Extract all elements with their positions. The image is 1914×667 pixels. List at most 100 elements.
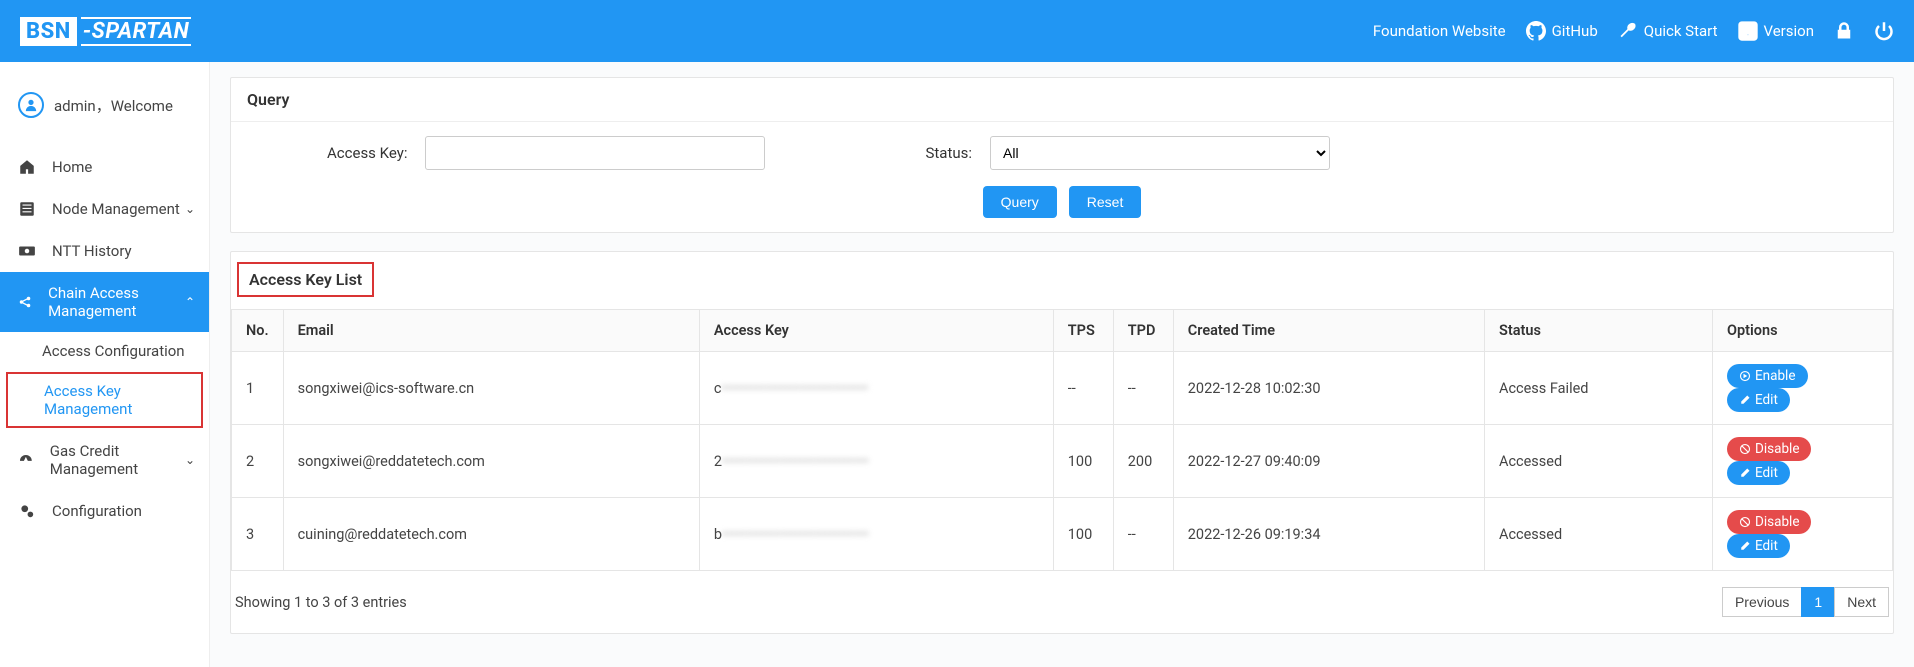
cell-access-key: b•••••••••••••••••••••••••••••• bbox=[699, 498, 1053, 571]
cell-tpd: -- bbox=[1113, 352, 1173, 425]
cell-created-time: 2022-12-26 09:19:34 bbox=[1173, 498, 1484, 571]
pager-next[interactable]: Next bbox=[1834, 587, 1889, 617]
sidebar-item-home[interactable]: Home bbox=[0, 146, 209, 188]
gauge-icon bbox=[18, 452, 34, 468]
cell-access-key: 2•••••••••••••••••••••••••••••• bbox=[699, 425, 1053, 498]
sidebar-label: Gas Credit Management bbox=[50, 442, 191, 478]
sidebar-label: Home bbox=[52, 158, 92, 176]
sidebar-item-gas-credit[interactable]: Gas Credit Management ⌄ bbox=[0, 430, 209, 490]
col-tpd: TPD bbox=[1113, 310, 1173, 352]
edit-button[interactable]: Edit bbox=[1727, 461, 1790, 485]
access-key-input[interactable] bbox=[425, 136, 765, 170]
share-icon bbox=[18, 295, 32, 309]
status-select[interactable]: All bbox=[990, 136, 1330, 170]
pill-label: Disable bbox=[1755, 514, 1799, 530]
pill-label: Edit bbox=[1755, 538, 1778, 554]
col-status: Status bbox=[1484, 310, 1712, 352]
version-link[interactable]: V Version bbox=[1738, 21, 1815, 41]
cell-email: songxiwei@ics-software.cn bbox=[283, 352, 699, 425]
pill-label: Edit bbox=[1755, 392, 1778, 408]
header-links: Foundation Website GitHub Quick Start V … bbox=[1373, 21, 1894, 41]
cell-status: Access Failed bbox=[1484, 352, 1712, 425]
query-panel: Query Access Key: Status: All Query bbox=[230, 77, 1894, 233]
svg-text:V: V bbox=[1743, 24, 1753, 39]
version-label: Version bbox=[1764, 22, 1815, 40]
cell-created-time: 2022-12-28 10:02:30 bbox=[1173, 352, 1484, 425]
edit-button[interactable]: Edit bbox=[1727, 388, 1790, 412]
logo: BSN -SPARTAN bbox=[20, 17, 191, 46]
version-icon: V bbox=[1738, 21, 1758, 41]
logo-spartan: -SPARTAN bbox=[81, 17, 191, 46]
cell-tps: 100 bbox=[1053, 425, 1113, 498]
money-icon bbox=[18, 242, 36, 260]
sidebar-item-node-management[interactable]: Node Management ⌄ bbox=[0, 188, 209, 230]
pager: Previous 1 Next bbox=[1722, 587, 1889, 617]
access-key-label: Access Key: bbox=[327, 144, 407, 162]
user-block: admin，Welcome bbox=[0, 82, 209, 146]
pager-page-1[interactable]: 1 bbox=[1801, 587, 1835, 617]
table-row: 3cuining@reddatetech.comb•••••••••••••••… bbox=[232, 498, 1893, 571]
foundation-link[interactable]: Foundation Website bbox=[1373, 22, 1506, 40]
pill-label: Edit bbox=[1755, 465, 1778, 481]
disable-button[interactable]: Disable bbox=[1727, 437, 1811, 461]
pill-label: Enable bbox=[1755, 368, 1796, 384]
pager-previous[interactable]: Previous bbox=[1722, 587, 1802, 617]
logo-bsn: BSN bbox=[20, 17, 77, 46]
sidebar-item-configuration[interactable]: Configuration bbox=[0, 490, 209, 532]
sidebar-label: Configuration bbox=[52, 502, 142, 520]
list-title: Access Key List bbox=[237, 262, 374, 297]
quickstart-label: Quick Start bbox=[1644, 22, 1718, 40]
col-access-key: Access Key bbox=[699, 310, 1053, 352]
sidebar-label: Node Management bbox=[52, 200, 180, 218]
sidebar-item-access-configuration[interactable]: Access Configuration bbox=[0, 332, 209, 370]
query-button[interactable]: Query bbox=[983, 186, 1057, 218]
cell-options: Disable Edit bbox=[1713, 498, 1893, 571]
cell-tpd: -- bbox=[1113, 498, 1173, 571]
cell-tps: 100 bbox=[1053, 498, 1113, 571]
col-tps: TPS bbox=[1053, 310, 1113, 352]
table-row: 2songxiwei@reddatetech.com2•••••••••••••… bbox=[232, 425, 1893, 498]
gears-icon bbox=[18, 502, 36, 520]
col-email: Email bbox=[283, 310, 699, 352]
edit-button[interactable]: Edit bbox=[1727, 534, 1790, 558]
github-link[interactable]: GitHub bbox=[1526, 21, 1598, 41]
sidebar-item-chain-access[interactable]: Chain Access Management ⌃ bbox=[0, 272, 209, 332]
status-label: Status: bbox=[925, 144, 972, 162]
github-icon bbox=[1526, 21, 1546, 41]
github-label: GitHub bbox=[1552, 22, 1598, 40]
disable-button[interactable]: Disable bbox=[1727, 510, 1811, 534]
avatar-icon bbox=[18, 92, 44, 118]
chevron-down-icon: ⌄ bbox=[185, 453, 195, 467]
cell-tps: -- bbox=[1053, 352, 1113, 425]
lock-icon[interactable] bbox=[1834, 21, 1854, 41]
access-key-table: No. Email Access Key TPS TPD Created Tim… bbox=[231, 309, 1893, 571]
reset-button[interactable]: Reset bbox=[1069, 186, 1142, 218]
cell-tpd: 200 bbox=[1113, 425, 1173, 498]
cell-access-key: c•••••••••••••••••••••••••••••• bbox=[699, 352, 1053, 425]
user-label: admin，Welcome bbox=[54, 95, 173, 116]
power-icon[interactable] bbox=[1874, 21, 1894, 41]
cell-email: songxiwei@reddatetech.com bbox=[283, 425, 699, 498]
server-icon bbox=[18, 200, 36, 218]
cell-no: 3 bbox=[232, 498, 284, 571]
cell-no: 2 bbox=[232, 425, 284, 498]
sidebar-label: NTT History bbox=[52, 242, 132, 260]
col-no: No. bbox=[232, 310, 284, 352]
footer-text: Showing 1 to 3 of 3 entries bbox=[235, 594, 407, 611]
quickstart-link[interactable]: Quick Start bbox=[1618, 21, 1718, 41]
col-options: Options bbox=[1713, 310, 1893, 352]
cell-status: Accessed bbox=[1484, 425, 1712, 498]
enable-button[interactable]: Enable bbox=[1727, 364, 1808, 388]
top-header: BSN -SPARTAN Foundation Website GitHub Q… bbox=[0, 0, 1914, 62]
cell-options: Enable Edit bbox=[1713, 352, 1893, 425]
sidebar: admin，Welcome Home Node Management ⌄ NTT… bbox=[0, 62, 210, 667]
wrench-icon bbox=[1618, 21, 1638, 41]
sidebar-item-access-key-management[interactable]: Access Key Management bbox=[6, 372, 203, 428]
cell-no: 1 bbox=[232, 352, 284, 425]
sidebar-label: Chain Access Management bbox=[48, 284, 191, 320]
home-icon bbox=[18, 158, 36, 176]
col-created-time: Created Time bbox=[1173, 310, 1484, 352]
main-content: Query Access Key: Status: All Query bbox=[210, 62, 1914, 667]
cell-status: Accessed bbox=[1484, 498, 1712, 571]
sidebar-item-ntt-history[interactable]: NTT History bbox=[0, 230, 209, 272]
